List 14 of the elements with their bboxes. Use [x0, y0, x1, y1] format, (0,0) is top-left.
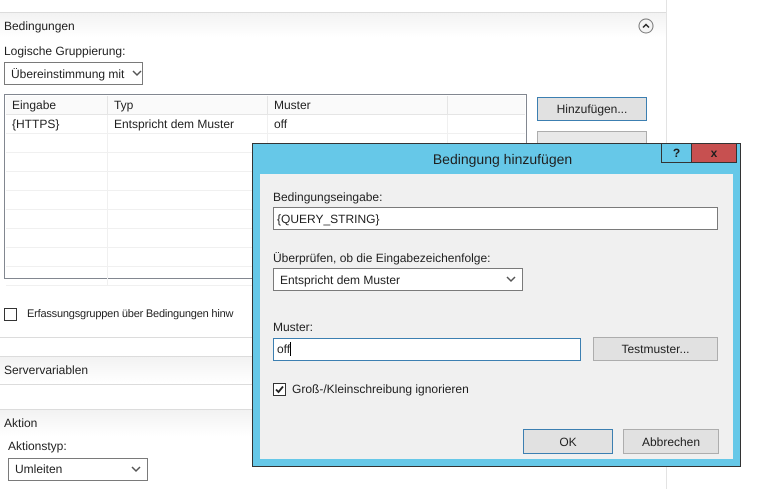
- section-title: Servervariablen: [4, 362, 88, 379]
- checkbox-label: Erfassungsgruppen über Bedingungen hinw: [27, 307, 234, 322]
- table-cell: off: [268, 115, 448, 133]
- field-label: Bedingungseingabe:: [273, 189, 384, 205]
- checkbox-label: Groß-/Kleinschreibung ignorieren: [292, 381, 469, 398]
- section-title: Bedingungen: [4, 18, 75, 34]
- field-label: Logische Gruppierung:: [4, 43, 126, 59]
- table-cell: {HTTPS}: [6, 115, 108, 133]
- field-label: Muster:: [273, 319, 314, 335]
- field-label: Überprüfen, ob die Eingabezeichenfolge:: [273, 250, 492, 266]
- section-title: Aktion: [4, 415, 38, 432]
- dialog-title: Bedingung hinzufügen: [432, 150, 572, 169]
- field-label: Aktionstyp:: [8, 438, 67, 454]
- table-cell: Entspricht dem Muster: [108, 115, 268, 133]
